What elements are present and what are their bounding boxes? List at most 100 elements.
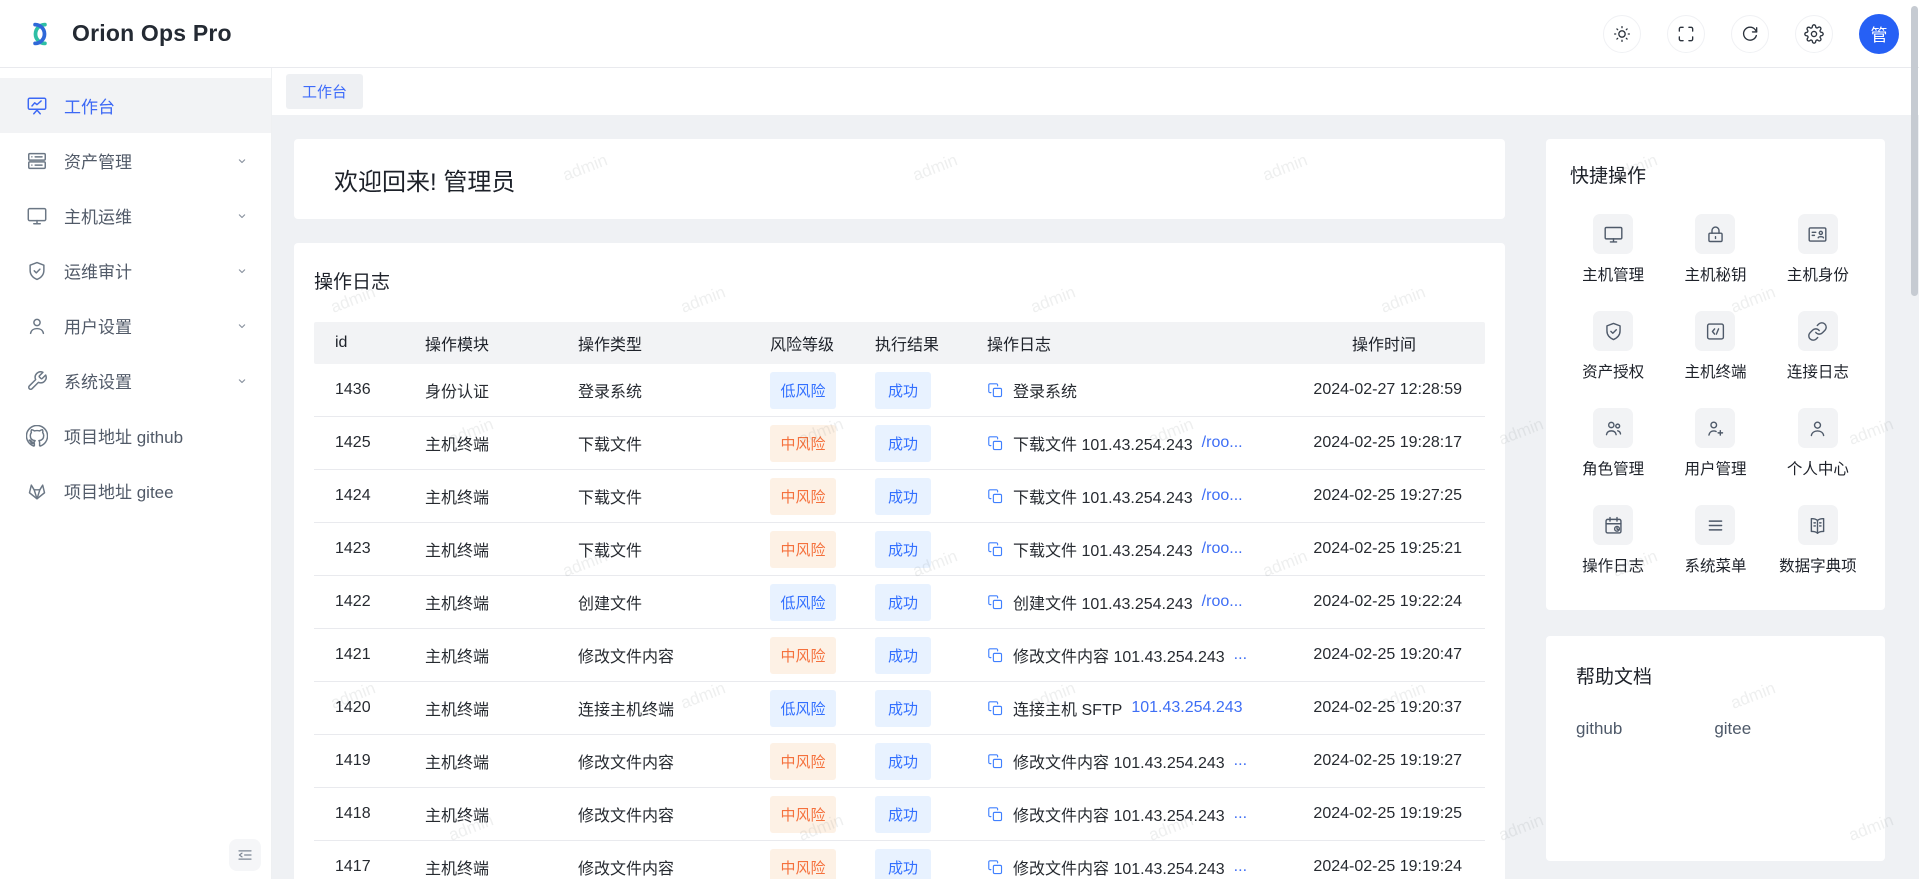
cell-id: 1421	[335, 646, 425, 664]
quick-action-label: 用户管理	[1684, 457, 1746, 479]
help-links: github gitee	[1576, 719, 1855, 739]
cell-risk: 低风险	[770, 372, 875, 409]
breadcrumb-tab-workbench[interactable]: 工作台	[286, 74, 363, 109]
sidebar-item[interactable]: 用户设置	[0, 298, 271, 353]
copy-icon[interactable]	[987, 488, 1004, 505]
col-risk: 风险等级	[770, 331, 875, 355]
log-link[interactable]: /roo...	[1202, 593, 1243, 611]
copy-icon[interactable]	[987, 382, 1004, 399]
copy-icon[interactable]	[987, 647, 1004, 664]
risk-badge: 中风险	[770, 849, 836, 879]
cell-id: 1436	[335, 381, 425, 399]
quick-action-item[interactable]: 主机身份	[1767, 214, 1869, 285]
quick-action-label: 数据字典项	[1779, 554, 1857, 576]
cell-module: 主机终端	[425, 537, 578, 561]
quick-action-icon-box	[1593, 408, 1633, 448]
app-header: Orion Ops Pro 管	[0, 0, 1919, 68]
quick-action-item[interactable]: 主机管理	[1562, 214, 1664, 285]
cell-result: 成功	[875, 637, 987, 674]
theme-toggle-button[interactable]	[1603, 15, 1641, 53]
cell-result: 成功	[875, 531, 987, 568]
quick-action-item[interactable]: 主机终端	[1664, 311, 1766, 382]
cell-time: 2024-02-25 19:20:47	[1249, 646, 1464, 664]
copy-icon[interactable]	[987, 859, 1004, 876]
cell-id: 1420	[335, 699, 425, 717]
sidebar-item-icon	[26, 260, 48, 282]
cell-log: 登录系统	[987, 378, 1249, 402]
quick-action-item[interactable]: 资产授权	[1562, 311, 1664, 382]
copy-icon[interactable]	[987, 435, 1004, 452]
quick-action-icon	[1807, 321, 1828, 342]
sidebar-item-label: 用户设置	[64, 313, 233, 338]
copy-icon[interactable]	[987, 700, 1004, 717]
quick-action-item[interactable]: 数据字典项	[1767, 505, 1869, 576]
sidebar-item-icon	[26, 95, 48, 117]
log-link[interactable]: /roo...	[1202, 434, 1243, 452]
sidebar-item[interactable]: 项目地址 gitee	[0, 463, 271, 518]
result-badge: 成功	[875, 584, 931, 621]
help-link[interactable]: github	[1576, 719, 1622, 739]
quick-action-item[interactable]: 主机秘钥	[1664, 214, 1766, 285]
col-log: 操作日志	[987, 331, 1249, 355]
settings-button[interactable]	[1795, 15, 1833, 53]
sidebar-item-label: 运维审计	[64, 258, 233, 283]
log-link[interactable]: /roo...	[1202, 540, 1243, 558]
quick-action-item[interactable]: 角色管理	[1562, 408, 1664, 479]
sidebar-item[interactable]: 系统设置	[0, 353, 271, 408]
copy-icon[interactable]	[987, 753, 1004, 770]
col-module: 操作模块	[425, 331, 578, 355]
header-actions: 管	[1603, 14, 1899, 54]
quick-action-item[interactable]: 操作日志	[1562, 505, 1664, 576]
sidebar-item[interactable]: 主机运维	[0, 188, 271, 243]
cell-result: 成功	[875, 584, 987, 621]
table-row: 1423 主机终端 下载文件 中风险 成功 下载文件 101.43.254.24…	[314, 523, 1485, 576]
quick-action-label: 个人中心	[1787, 457, 1849, 479]
log-link[interactable]: ...	[1234, 646, 1247, 664]
sidebar-item[interactable]: 项目地址 github	[0, 408, 271, 463]
help-link[interactable]: gitee	[1714, 719, 1751, 739]
table-row: 1419 主机终端 修改文件内容 中风险 成功 修改文件内容 101.43.25…	[314, 735, 1485, 788]
copy-icon[interactable]	[987, 806, 1004, 823]
sidebar-item-icon	[26, 370, 48, 392]
copy-icon[interactable]	[987, 541, 1004, 558]
fullscreen-button[interactable]	[1667, 15, 1705, 53]
user-avatar[interactable]: 管	[1859, 14, 1899, 54]
cell-type: 登录系统	[578, 378, 770, 402]
quick-action-item[interactable]: 系统菜单	[1664, 505, 1766, 576]
gear-icon	[1804, 24, 1824, 44]
cell-type: 修改文件内容	[578, 855, 770, 879]
copy-icon[interactable]	[987, 594, 1004, 611]
sidebar-collapse-button[interactable]	[229, 839, 261, 871]
quick-action-item[interactable]: 连接日志	[1767, 311, 1869, 382]
risk-badge: 低风险	[770, 690, 836, 727]
cell-risk: 中风险	[770, 849, 875, 879]
log-link[interactable]: 101.43.254.243	[1131, 699, 1242, 717]
quick-action-item[interactable]: 用户管理	[1664, 408, 1766, 479]
sidebar-item[interactable]: 工作台	[0, 78, 271, 133]
sidebar-item-icon	[26, 205, 48, 227]
cell-result: 成功	[875, 743, 987, 780]
log-link[interactable]: ...	[1234, 805, 1247, 823]
cell-result: 成功	[875, 690, 987, 727]
risk-badge: 中风险	[770, 796, 836, 833]
log-link[interactable]: ...	[1234, 752, 1247, 770]
sidebar-item[interactable]: 资产管理	[0, 133, 271, 188]
chevron-down-icon	[233, 262, 251, 280]
sidebar-item-label: 项目地址 gitee	[64, 478, 233, 503]
log-message: 创建文件 101.43.254.243	[1013, 590, 1193, 614]
cell-result: 成功	[875, 425, 987, 462]
sidebar-item[interactable]: 运维审计	[0, 243, 271, 298]
quick-action-icon	[1807, 515, 1828, 536]
content: 欢迎回来! 管理员 操作日志 id 操作模块 操作类型 风险等级 执行结果 操作…	[272, 115, 1919, 879]
cell-id: 1417	[335, 858, 425, 876]
log-link[interactable]: ...	[1234, 858, 1247, 876]
sidebar-item-label: 工作台	[64, 93, 233, 118]
log-message: 修改文件内容 101.43.254.243	[1013, 855, 1225, 879]
quick-action-item[interactable]: 个人中心	[1767, 408, 1869, 479]
table-row: 1421 主机终端 修改文件内容 中风险 成功 修改文件内容 101.43.25…	[314, 629, 1485, 682]
refresh-button[interactable]	[1731, 15, 1769, 53]
result-badge: 成功	[875, 637, 931, 674]
log-link[interactable]: /roo...	[1202, 487, 1243, 505]
scrollbar-thumb[interactable]	[1911, 6, 1918, 296]
log-message: 修改文件内容 101.43.254.243	[1013, 802, 1225, 826]
